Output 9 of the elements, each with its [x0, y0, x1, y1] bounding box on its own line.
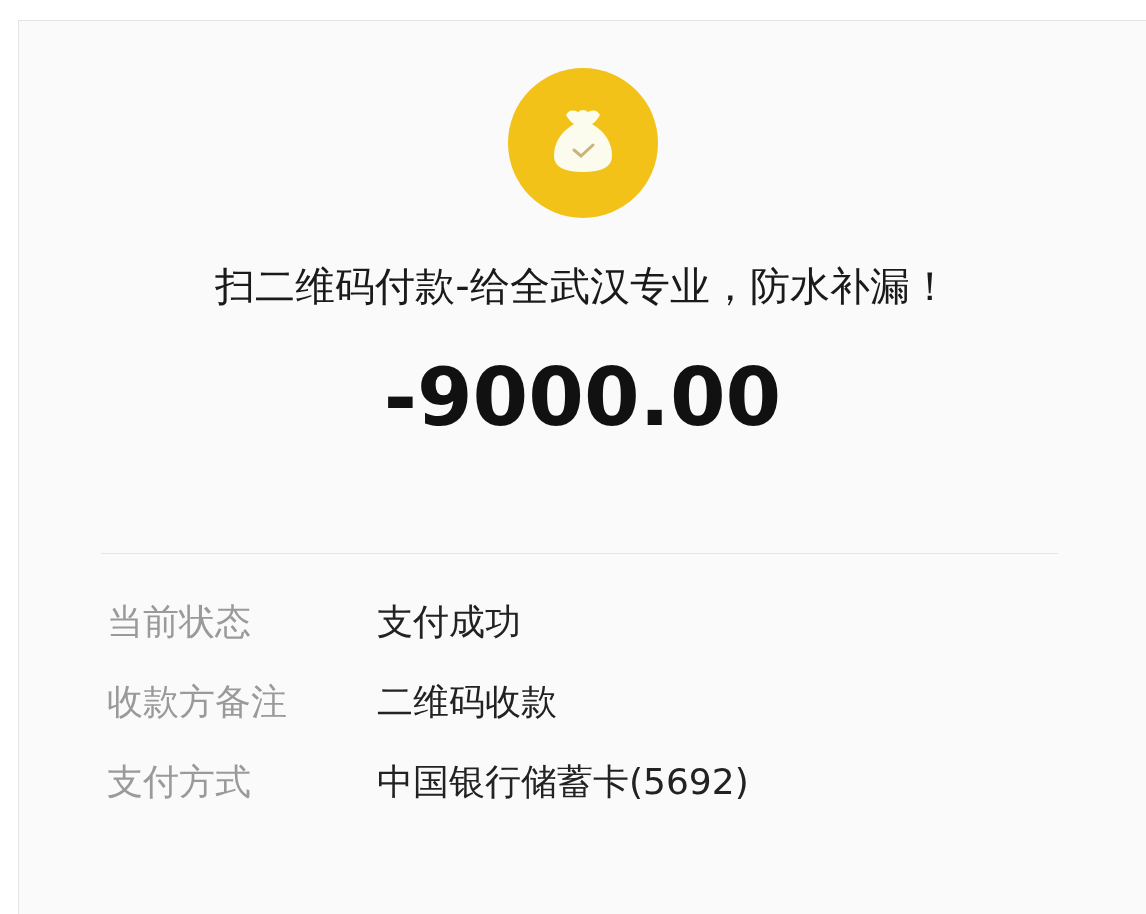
detail-label: 支付方式	[107, 764, 252, 800]
payee-title: 扫二维码付款-给全武汉专业，防水补漏！	[215, 266, 950, 306]
detail-value: 中国银行储蓄卡(5692)	[377, 764, 749, 800]
amount: -9000.00	[383, 358, 782, 438]
detail-label: 收款方备注	[107, 684, 288, 720]
detail-value: 二维码收款	[377, 684, 557, 720]
money-bag-icon	[507, 68, 658, 218]
detail-value: 支付成功	[377, 604, 521, 640]
detail-label: 当前状态	[107, 604, 252, 640]
